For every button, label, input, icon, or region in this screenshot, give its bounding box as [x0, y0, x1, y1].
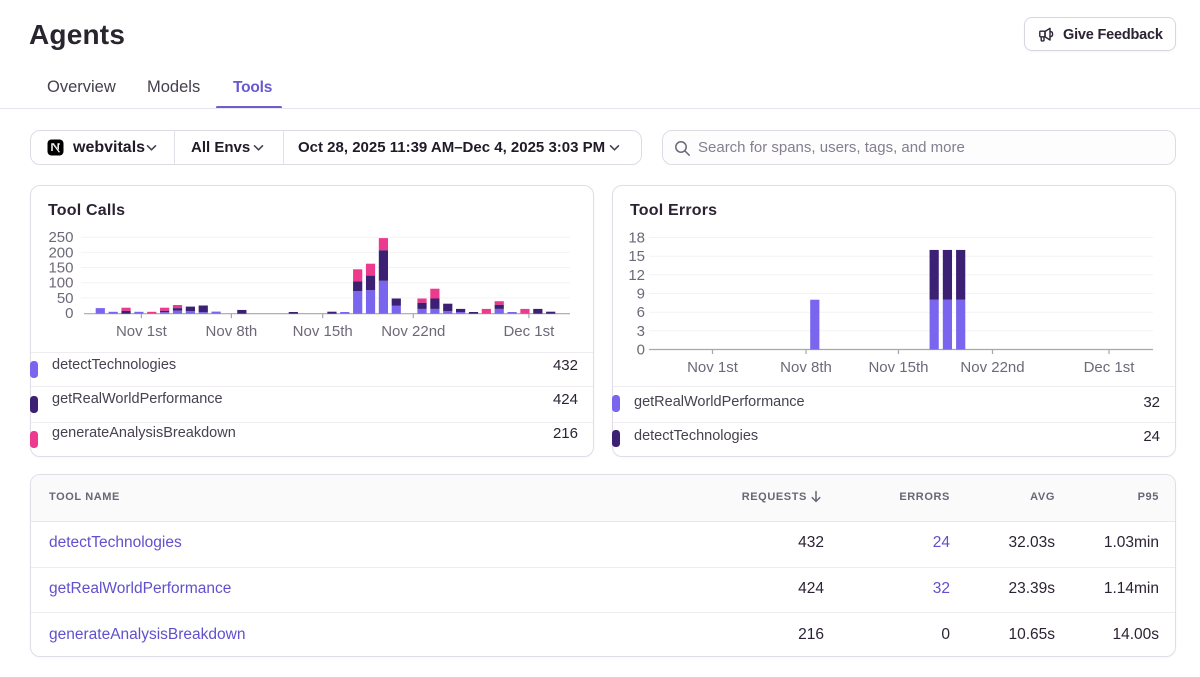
svg-text:12: 12 [628, 267, 645, 284]
svg-text:Nov 1st: Nov 1st [116, 323, 168, 340]
svg-text:18: 18 [628, 230, 645, 247]
svg-text:0: 0 [637, 342, 645, 359]
svg-text:3: 3 [637, 323, 645, 340]
svg-text:15: 15 [628, 248, 645, 265]
svg-text:Dec 1st: Dec 1st [1084, 359, 1136, 376]
svg-text:Nov 8th: Nov 8th [780, 359, 832, 376]
svg-text:Dec 1st: Dec 1st [503, 323, 555, 340]
svg-text:9: 9 [637, 286, 645, 303]
svg-text:Nov 22nd: Nov 22nd [960, 359, 1024, 376]
svg-text:6: 6 [637, 304, 645, 321]
svg-text:0: 0 [65, 305, 73, 322]
svg-text:Nov 22nd: Nov 22nd [381, 323, 445, 340]
svg-text:Nov 8th: Nov 8th [206, 323, 258, 340]
svg-text:Nov 15th: Nov 15th [293, 323, 353, 340]
svg-text:Nov 15th: Nov 15th [868, 359, 928, 376]
svg-text:Nov 1st: Nov 1st [687, 359, 739, 376]
